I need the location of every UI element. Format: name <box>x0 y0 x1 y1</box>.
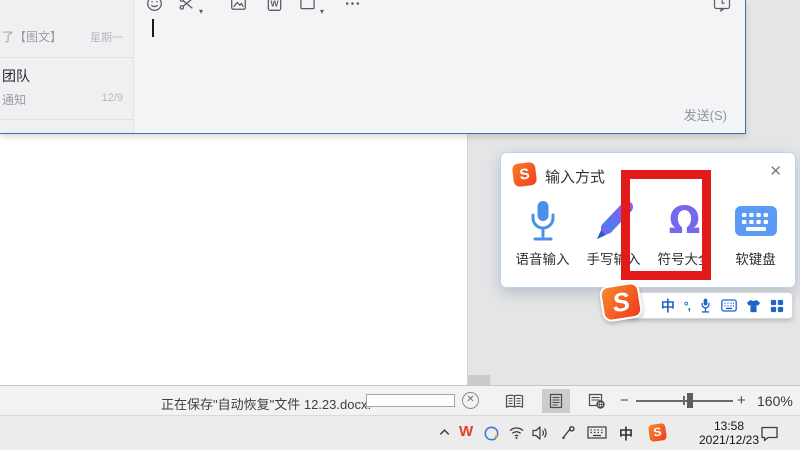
voice-input-option[interactable]: 语音输入 <box>507 198 578 282</box>
sogou-logo-icon[interactable]: S <box>598 281 643 323</box>
red-highlight-annotation <box>621 170 711 280</box>
word-status-bar: 正在保存"自动恢复"文件 12.23.docx: ✕ − + 160% <box>0 385 800 415</box>
browser-app-icon[interactable] <box>483 425 500 442</box>
sogou-ime-toolbar: 中 °, <box>628 292 793 319</box>
text-cursor <box>152 19 154 37</box>
wps-office-icon[interactable]: W <box>459 423 473 440</box>
conversation-time: 12/9 <box>102 92 123 104</box>
send-button[interactable]: 发送(S) <box>684 105 727 124</box>
chat-window: 了【图文】 星期一 团队 通知 12/9 ▾ W <box>0 0 746 134</box>
word-document-page <box>0 134 468 385</box>
save-progress-bar <box>366 394 455 407</box>
volume-icon[interactable] <box>531 425 549 441</box>
chevron-down-icon[interactable]: ▾ <box>199 7 203 16</box>
microphone-icon <box>524 198 562 244</box>
touch-keyboard-icon[interactable] <box>587 425 607 440</box>
chat-history-icon[interactable] <box>713 0 732 18</box>
word-scrollbar[interactable] <box>468 375 490 385</box>
window-capture-icon[interactable] <box>299 0 316 17</box>
panel-title: 输入方式 <box>545 166 605 187</box>
conversation-preview: 了【图文】 <box>2 28 62 45</box>
conversation-preview: 通知 <box>2 91 26 108</box>
punctuation-icon[interactable]: °, <box>684 299 690 313</box>
action-center-icon[interactable] <box>760 425 779 442</box>
divider <box>0 57 134 58</box>
ime-language-indicator[interactable]: 中 <box>619 424 633 444</box>
windows-ink-pen-icon[interactable] <box>560 425 576 441</box>
show-hidden-icons-chevron[interactable] <box>437 425 452 440</box>
option-label: 软键盘 <box>735 248 776 268</box>
soft-keyboard-option[interactable]: 软键盘 <box>720 198 791 282</box>
soft-keyboard-icon[interactable] <box>721 299 737 312</box>
conversation-time: 星期一 <box>90 29 123 45</box>
print-layout-button[interactable] <box>542 389 570 413</box>
chinese-mode-icon[interactable]: 中 <box>661 296 675 316</box>
screenshot-scissors-icon[interactable] <box>178 0 195 17</box>
web-layout-button[interactable] <box>582 389 610 413</box>
chevron-down-icon[interactable]: ▾ <box>320 7 324 16</box>
skin-shirt-icon[interactable] <box>746 299 761 313</box>
read-mode-button[interactable] <box>500 389 528 413</box>
zoom-slider-handle[interactable] <box>687 393 693 408</box>
word-file-icon[interactable]: W <box>266 0 283 17</box>
chat-conversation-list: 了【图文】 星期一 团队 通知 12/9 <box>0 0 134 134</box>
image-icon[interactable] <box>230 0 247 17</box>
windows-taskbar: W 中 S <box>0 415 800 450</box>
zoom-out-button[interactable]: − <box>620 392 629 409</box>
soft-keyboard-icon <box>734 198 778 244</box>
emoji-icon[interactable] <box>146 0 163 17</box>
conversation-name[interactable]: 团队 <box>2 66 30 86</box>
cancel-save-icon[interactable]: ✕ <box>462 392 479 409</box>
toolbox-grid-icon[interactable] <box>770 299 784 313</box>
zoom-slider-center-tick <box>683 396 685 405</box>
autosave-status-text: 正在保存"自动恢复"文件 12.23.docx: <box>161 394 371 413</box>
close-icon[interactable]: ✕ <box>769 162 782 180</box>
more-icon[interactable] <box>344 0 361 17</box>
zoom-in-button[interactable]: + <box>737 392 746 409</box>
sogou-logo-icon: S <box>512 162 538 188</box>
microphone-icon[interactable] <box>699 298 712 313</box>
sogou-tray-icon[interactable]: S <box>648 423 667 442</box>
wifi-icon[interactable] <box>508 425 525 440</box>
zoom-level-value[interactable]: 160% <box>757 393 793 409</box>
svg-text:W: W <box>270 0 279 9</box>
option-label: 语音输入 <box>516 248 570 268</box>
divider <box>0 119 134 120</box>
